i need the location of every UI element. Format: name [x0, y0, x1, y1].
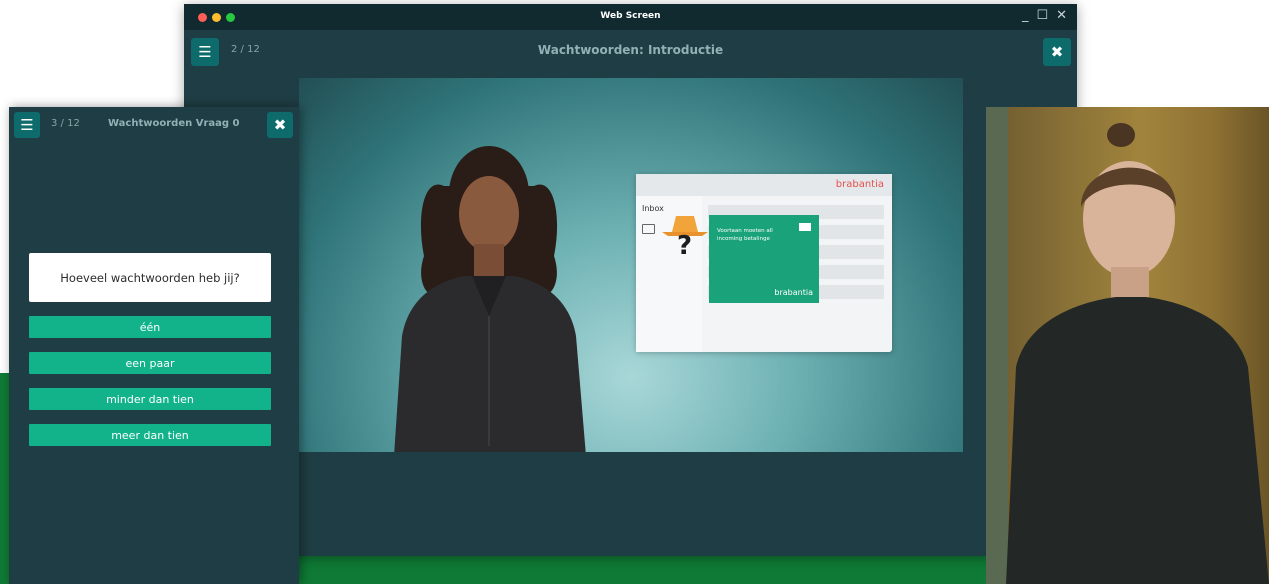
answer-option[interactable]: meer dan tien [29, 424, 271, 446]
svg-text:?: ? [677, 231, 692, 258]
lesson-title: Wachtwoorden: Introductie [537, 43, 724, 57]
maximize-icon[interactable]: ☐ [1036, 8, 1048, 23]
email-mockup: brabantia Inbox Voortaan moeten all inco… [636, 174, 892, 352]
email-header: brabantia [636, 174, 892, 196]
presenter-photo [986, 107, 1269, 584]
web-screen-window: Web Screen _ ☐ ✕ ☰ 2 / 12 Wachtwoorden: … [184, 4, 1077, 556]
quiz-title: Wachtwoorden Vraag 0 [108, 118, 240, 129]
man-portrait-figure [986, 107, 1269, 584]
close-icon[interactable]: ✕ [1056, 8, 1067, 23]
phishing-message-card: Voortaan moeten all incoming betalinge b… [709, 215, 819, 303]
hacker-hat-question-icon: ? [662, 216, 708, 258]
brand-logo: brabantia [835, 179, 884, 190]
answer-option[interactable]: één [29, 316, 271, 338]
hamburger-menu-icon: ☰ [20, 116, 34, 134]
video-player[interactable]: brabantia Inbox Voortaan moeten all inco… [299, 78, 963, 452]
answer-option[interactable]: minder dan tien [29, 388, 271, 410]
envelope-icon [799, 223, 811, 231]
answer-option[interactable]: een paar [29, 352, 271, 374]
lesson-toolbar: ☰ 2 / 12 Wachtwoorden: Introductie ✖ [184, 30, 1077, 78]
presenter-figure [394, 146, 586, 452]
question-box: Hoeveel wachtwoorden heb jij? [29, 253, 271, 302]
minimize-icon[interactable]: _ [1022, 8, 1029, 23]
card-brand: brabantia [774, 288, 813, 297]
close-lesson-button[interactable]: ✖ [1043, 38, 1071, 66]
close-x-icon: ✖ [273, 116, 287, 134]
close-x-icon: ✖ [1050, 43, 1064, 61]
quiz-slide-counter: 3 / 12 [51, 118, 80, 129]
quiz-window: ☰ 3 / 12 Wachtwoorden Vraag 0 ✖ Hoeveel … [9, 107, 299, 584]
folder-icon [642, 224, 655, 234]
window-controls: _ ☐ ✕ [1022, 8, 1067, 23]
window-title: Web Screen [600, 11, 661, 21]
message-text: Voortaan moeten all incoming betalinge [717, 228, 773, 242]
quiz-close-button[interactable]: ✖ [267, 112, 293, 138]
window-titlebar: Web Screen _ ☐ ✕ [184, 4, 1077, 30]
quiz-menu-button[interactable]: ☰ [14, 112, 40, 138]
